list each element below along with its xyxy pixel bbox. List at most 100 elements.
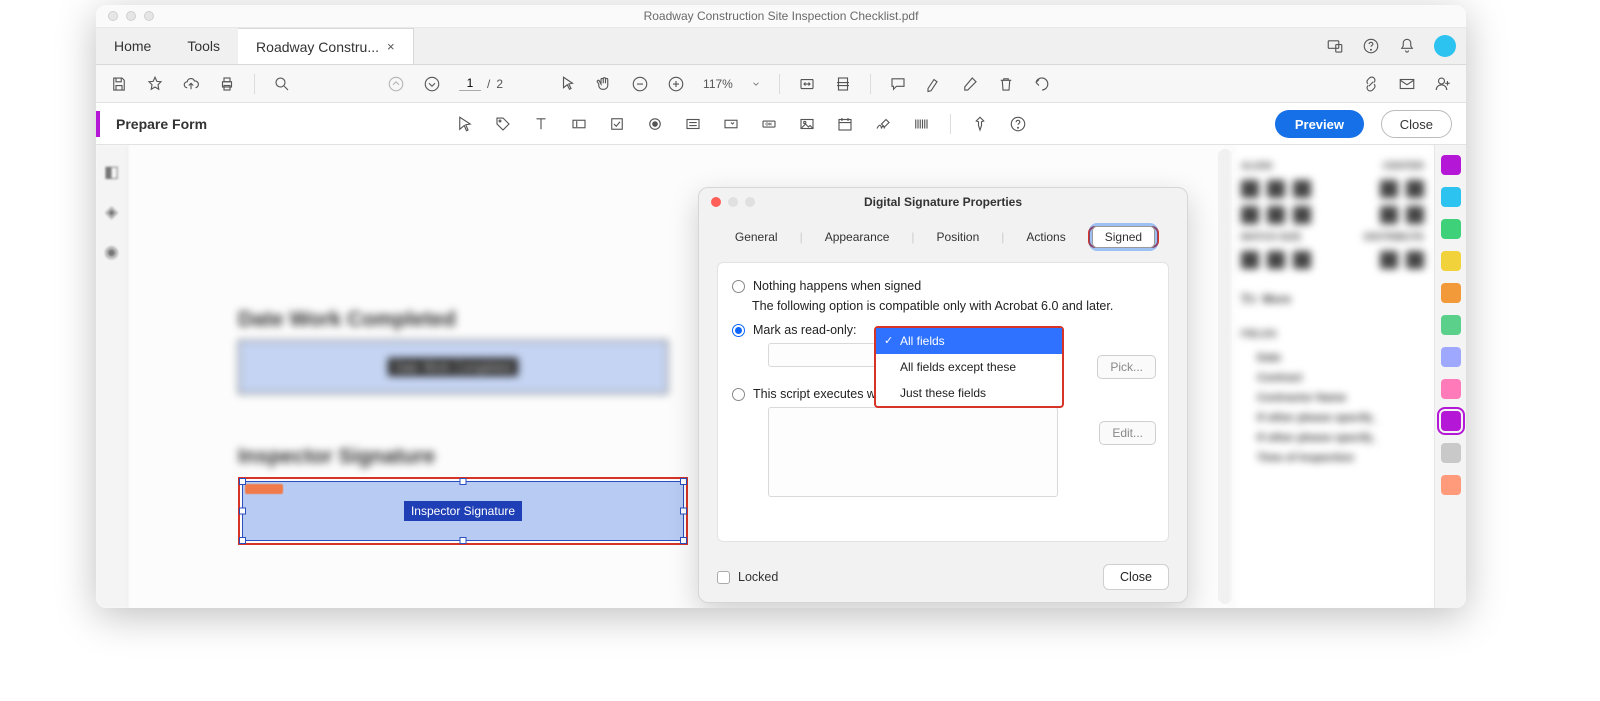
rail-bookmark-icon[interactable]: ◈ — [103, 203, 121, 221]
tab-home[interactable]: Home — [96, 28, 169, 64]
field-item[interactable]: If other please specify_ — [1241, 408, 1424, 428]
rail-tool-3[interactable] — [1441, 219, 1461, 239]
rail-tool-7[interactable] — [1441, 347, 1461, 367]
page-current-input[interactable] — [459, 76, 481, 91]
text-tool-icon[interactable] — [532, 115, 550, 133]
mail-icon[interactable] — [1398, 75, 1416, 93]
signature-field[interactable]: Inspector Signature — [242, 481, 684, 541]
trash-icon[interactable] — [997, 75, 1015, 93]
resize-handle[interactable] — [460, 478, 467, 485]
dd-option-except[interactable]: All fields except these — [876, 354, 1062, 380]
page-up-icon[interactable] — [387, 75, 405, 93]
rail-attach-icon[interactable]: ◉ — [103, 243, 121, 261]
rail-tool-4[interactable] — [1441, 251, 1461, 271]
search-icon[interactable] — [273, 75, 291, 93]
rail-tool-10[interactable] — [1441, 475, 1461, 495]
field-item[interactable]: Date — [1241, 348, 1424, 368]
resize-handle[interactable] — [460, 537, 467, 544]
field-item[interactable]: If other please specify_ — [1241, 428, 1424, 448]
list-tool-icon[interactable] — [684, 115, 702, 133]
tab-document[interactable]: Roadway Constru... × — [238, 28, 414, 64]
save-icon[interactable] — [110, 75, 128, 93]
tool-help-icon[interactable] — [1009, 115, 1027, 133]
tab-signed[interactable]: Signed — [1092, 226, 1155, 248]
chevron-down-icon[interactable] — [751, 75, 761, 93]
locked-row[interactable]: Locked — [717, 570, 778, 584]
pointer-icon[interactable] — [559, 75, 577, 93]
rail-tool-active[interactable] — [1441, 411, 1461, 431]
comment-icon[interactable] — [889, 75, 907, 93]
rail-tool-2[interactable] — [1441, 187, 1461, 207]
help-icon[interactable] — [1362, 37, 1380, 55]
page-down-icon[interactable] — [423, 75, 441, 93]
resize-handle[interactable] — [239, 508, 246, 515]
dd-option-just[interactable]: Just these fields — [876, 380, 1062, 406]
dd-option-all[interactable]: All fields — [876, 328, 1062, 354]
resize-handle[interactable] — [680, 508, 687, 515]
radio-nothing[interactable] — [732, 280, 745, 293]
tag-tool-icon[interactable] — [494, 115, 512, 133]
preview-button[interactable]: Preview — [1275, 110, 1364, 138]
locked-checkbox[interactable] — [717, 571, 730, 584]
field-item[interactable]: Contractor Name — [1241, 388, 1424, 408]
radio-nothing-row[interactable]: Nothing happens when signed — [732, 279, 1154, 293]
image-tool-icon[interactable] — [798, 115, 816, 133]
button-tool-icon[interactable]: OK — [760, 115, 778, 133]
field-item[interactable]: Contract — [1241, 368, 1424, 388]
checkbox-tool-icon[interactable] — [608, 115, 626, 133]
signature-field-selection[interactable]: Inspector Signature — [238, 477, 688, 545]
vertical-scrollbar[interactable] — [1218, 149, 1232, 604]
rail-tool-5[interactable] — [1441, 283, 1461, 303]
resize-handle[interactable] — [239, 537, 246, 544]
fit-width-icon[interactable] — [798, 75, 816, 93]
resize-handle[interactable] — [239, 478, 246, 485]
readonly-dropdown[interactable]: All fields All fields except these Just … — [874, 326, 1064, 408]
dropdown-tool-icon[interactable] — [722, 115, 740, 133]
zoom-level[interactable]: 117% — [703, 77, 733, 91]
devices-icon[interactable] — [1326, 37, 1344, 55]
cloud-upload-icon[interactable] — [182, 75, 200, 93]
radio-script[interactable] — [732, 388, 745, 401]
rail-thumb-icon[interactable]: ◧ — [103, 163, 121, 181]
avatar[interactable] — [1434, 35, 1456, 57]
radio-tool-icon[interactable] — [646, 115, 664, 133]
rail-tool-1[interactable] — [1441, 155, 1461, 175]
rail-tool-8[interactable] — [1441, 379, 1461, 399]
tab-appearance[interactable]: Appearance — [817, 226, 898, 248]
bell-icon[interactable] — [1398, 37, 1416, 55]
link-icon[interactable] — [1362, 75, 1380, 93]
user-add-icon[interactable] — [1434, 75, 1452, 93]
minimize-window-dot[interactable] — [126, 11, 136, 21]
close-window-dot[interactable] — [108, 11, 118, 21]
zoom-out-icon[interactable] — [631, 75, 649, 93]
tab-position[interactable]: Position — [929, 226, 988, 248]
radio-mark-readonly[interactable] — [732, 324, 745, 337]
tab-tools[interactable]: Tools — [169, 28, 238, 64]
rail-tool-6[interactable] — [1441, 315, 1461, 335]
tab-actions[interactable]: Actions — [1018, 226, 1073, 248]
zoom-in-icon[interactable] — [667, 75, 685, 93]
textfield-tool-icon[interactable] — [570, 115, 588, 133]
dialog-close-dot[interactable] — [711, 197, 721, 207]
undo-icon[interactable] — [1033, 75, 1051, 93]
date-tool-icon[interactable] — [836, 115, 854, 133]
pick-button[interactable]: Pick... — [1097, 355, 1156, 379]
signature-tool-icon[interactable] — [874, 115, 892, 133]
dialog-max-dot[interactable] — [745, 197, 755, 207]
document-canvas[interactable]: Date Work Completed Date Work Completed … — [128, 145, 1466, 608]
erase-icon[interactable] — [961, 75, 979, 93]
resize-handle[interactable] — [680, 478, 687, 485]
hand-icon[interactable] — [595, 75, 613, 93]
field-item[interactable]: Time of Inspection — [1241, 448, 1424, 468]
print-icon[interactable] — [218, 75, 236, 93]
pin-icon[interactable] — [971, 115, 989, 133]
barcode-tool-icon[interactable] — [912, 115, 930, 133]
dialog-close-button[interactable]: Close — [1103, 564, 1169, 590]
tab-general[interactable]: General — [727, 226, 786, 248]
tab-close-icon[interactable]: × — [387, 39, 395, 54]
dialog-min-dot[interactable] — [728, 197, 738, 207]
resize-handle[interactable] — [680, 537, 687, 544]
script-textarea[interactable] — [768, 407, 1058, 497]
highlight-icon[interactable] — [925, 75, 943, 93]
fit-page-icon[interactable] — [834, 75, 852, 93]
